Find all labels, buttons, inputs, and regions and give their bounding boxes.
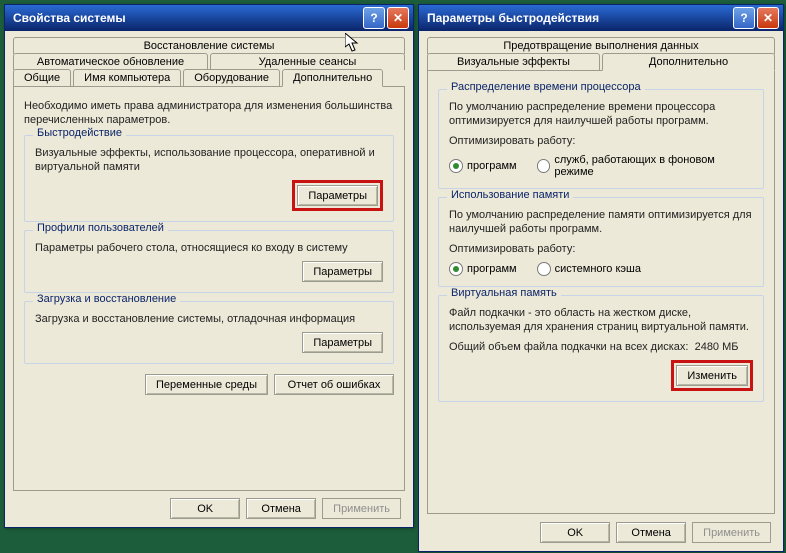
cancel-button[interactable]: Отмена [616, 522, 686, 543]
admin-note: Необходимо иметь права администратора дл… [24, 99, 394, 127]
radio-programs[interactable]: программ [449, 262, 517, 276]
titlebar: Параметры быстродействия ? ✕ [419, 5, 783, 31]
error-reporting-button[interactable]: Отчет об ошибках [274, 374, 394, 395]
tab-visual-effects[interactable]: Визуальные эффекты [427, 53, 600, 71]
window-title: Параметры быстродействия [427, 11, 599, 25]
radio-icon [449, 159, 463, 173]
highlight: Изменить [671, 360, 753, 391]
vm-text: Файл подкачки - это область на жестком д… [449, 306, 753, 334]
startup-text: Загрузка и восстановление системы, отлад… [35, 312, 383, 326]
radio-label: программ [467, 160, 517, 172]
user-profiles-group: Профили пользователей Параметры рабочего… [24, 230, 394, 293]
radio-background-services[interactable]: служб, работающих в фоновом режиме [537, 154, 753, 178]
virtual-memory-group: Виртуальная память Файл подкачки - это о… [438, 295, 764, 402]
tabs-container: Предотвращение выполнения данных Визуаль… [427, 37, 775, 514]
cpu-text: По умолчанию распределение времени проце… [449, 100, 753, 128]
environment-variables-button[interactable]: Переменные среды [145, 374, 268, 395]
radio-label: служб, работающих в фоновом режиме [554, 154, 753, 178]
help-button[interactable]: ? [733, 7, 755, 29]
close-button[interactable]: ✕ [757, 7, 779, 29]
titlebar: Свойства системы ? ✕ [5, 5, 413, 31]
apply-button[interactable]: Применить [322, 498, 401, 519]
tab-dep[interactable]: Предотвращение выполнения данных [427, 37, 775, 54]
group-title: Загрузка и восстановление [33, 293, 180, 305]
mem-optimize-label: Оптимизировать работу: [449, 242, 753, 256]
change-virtual-memory-button[interactable]: Изменить [676, 365, 748, 386]
tabs-container: Восстановление системы Автоматическое об… [13, 37, 405, 491]
help-button[interactable]: ? [363, 7, 385, 29]
performance-group: Быстродействие Визуальные эффекты, испол… [24, 135, 394, 222]
radio-icon [449, 262, 463, 276]
group-title: Распределение времени процессора [447, 81, 645, 93]
profiles-text: Параметры рабочего стола, относящиеся ко… [35, 241, 383, 255]
radio-icon [537, 159, 551, 173]
window-title: Свойства системы [13, 11, 126, 25]
ok-button[interactable]: OK [540, 522, 610, 543]
tab-advanced[interactable]: Дополнительно [602, 53, 775, 71]
tab-hardware[interactable]: Оборудование [183, 69, 280, 87]
highlight: Параметры [292, 180, 383, 211]
radio-label: программ [467, 263, 517, 275]
cpu-optimize-label: Оптимизировать работу: [449, 134, 753, 148]
tab-system-restore[interactable]: Восстановление системы [13, 37, 405, 54]
group-title: Использование памяти [447, 189, 573, 201]
user-profiles-settings-button[interactable]: Параметры [302, 261, 383, 282]
perf-text: Визуальные эффекты, использование процес… [35, 146, 383, 174]
group-title: Профили пользователей [33, 222, 168, 234]
apply-button[interactable]: Применить [692, 522, 771, 543]
performance-options-window: Параметры быстродействия ? ✕ Предотвраще… [418, 4, 784, 552]
memory-usage-group: Использование памяти По умолчанию распре… [438, 197, 764, 287]
radio-programs[interactable]: программ [449, 159, 517, 173]
processor-scheduling-group: Распределение времени процессора По умол… [438, 89, 764, 189]
tab-general[interactable]: Общие [13, 69, 71, 87]
group-title: Виртуальная память [447, 287, 561, 299]
vm-total: Общий объем файла подкачки на всех диска… [449, 340, 753, 354]
startup-settings-button[interactable]: Параметры [302, 332, 383, 353]
mem-text: По умолчанию распределение памяти оптими… [449, 208, 753, 236]
startup-recovery-group: Загрузка и восстановление Загрузка и вос… [24, 301, 394, 364]
radio-system-cache[interactable]: системного кэша [537, 262, 641, 276]
radio-label: системного кэша [555, 263, 641, 275]
tab-computer-name[interactable]: Имя компьютера [73, 69, 181, 87]
radio-icon [537, 262, 551, 276]
tab-advanced[interactable]: Дополнительно [282, 69, 383, 87]
group-title: Быстродействие [33, 127, 126, 139]
ok-button[interactable]: OK [170, 498, 240, 519]
tab-remote[interactable]: Удаленные сеансы [210, 53, 405, 70]
system-properties-window: Свойства системы ? ✕ Восстановление сист… [4, 4, 414, 528]
close-button[interactable]: ✕ [387, 7, 409, 29]
cancel-button[interactable]: Отмена [246, 498, 316, 519]
performance-settings-button[interactable]: Параметры [297, 185, 378, 206]
tab-auto-updates[interactable]: Автоматическое обновление [13, 53, 208, 70]
